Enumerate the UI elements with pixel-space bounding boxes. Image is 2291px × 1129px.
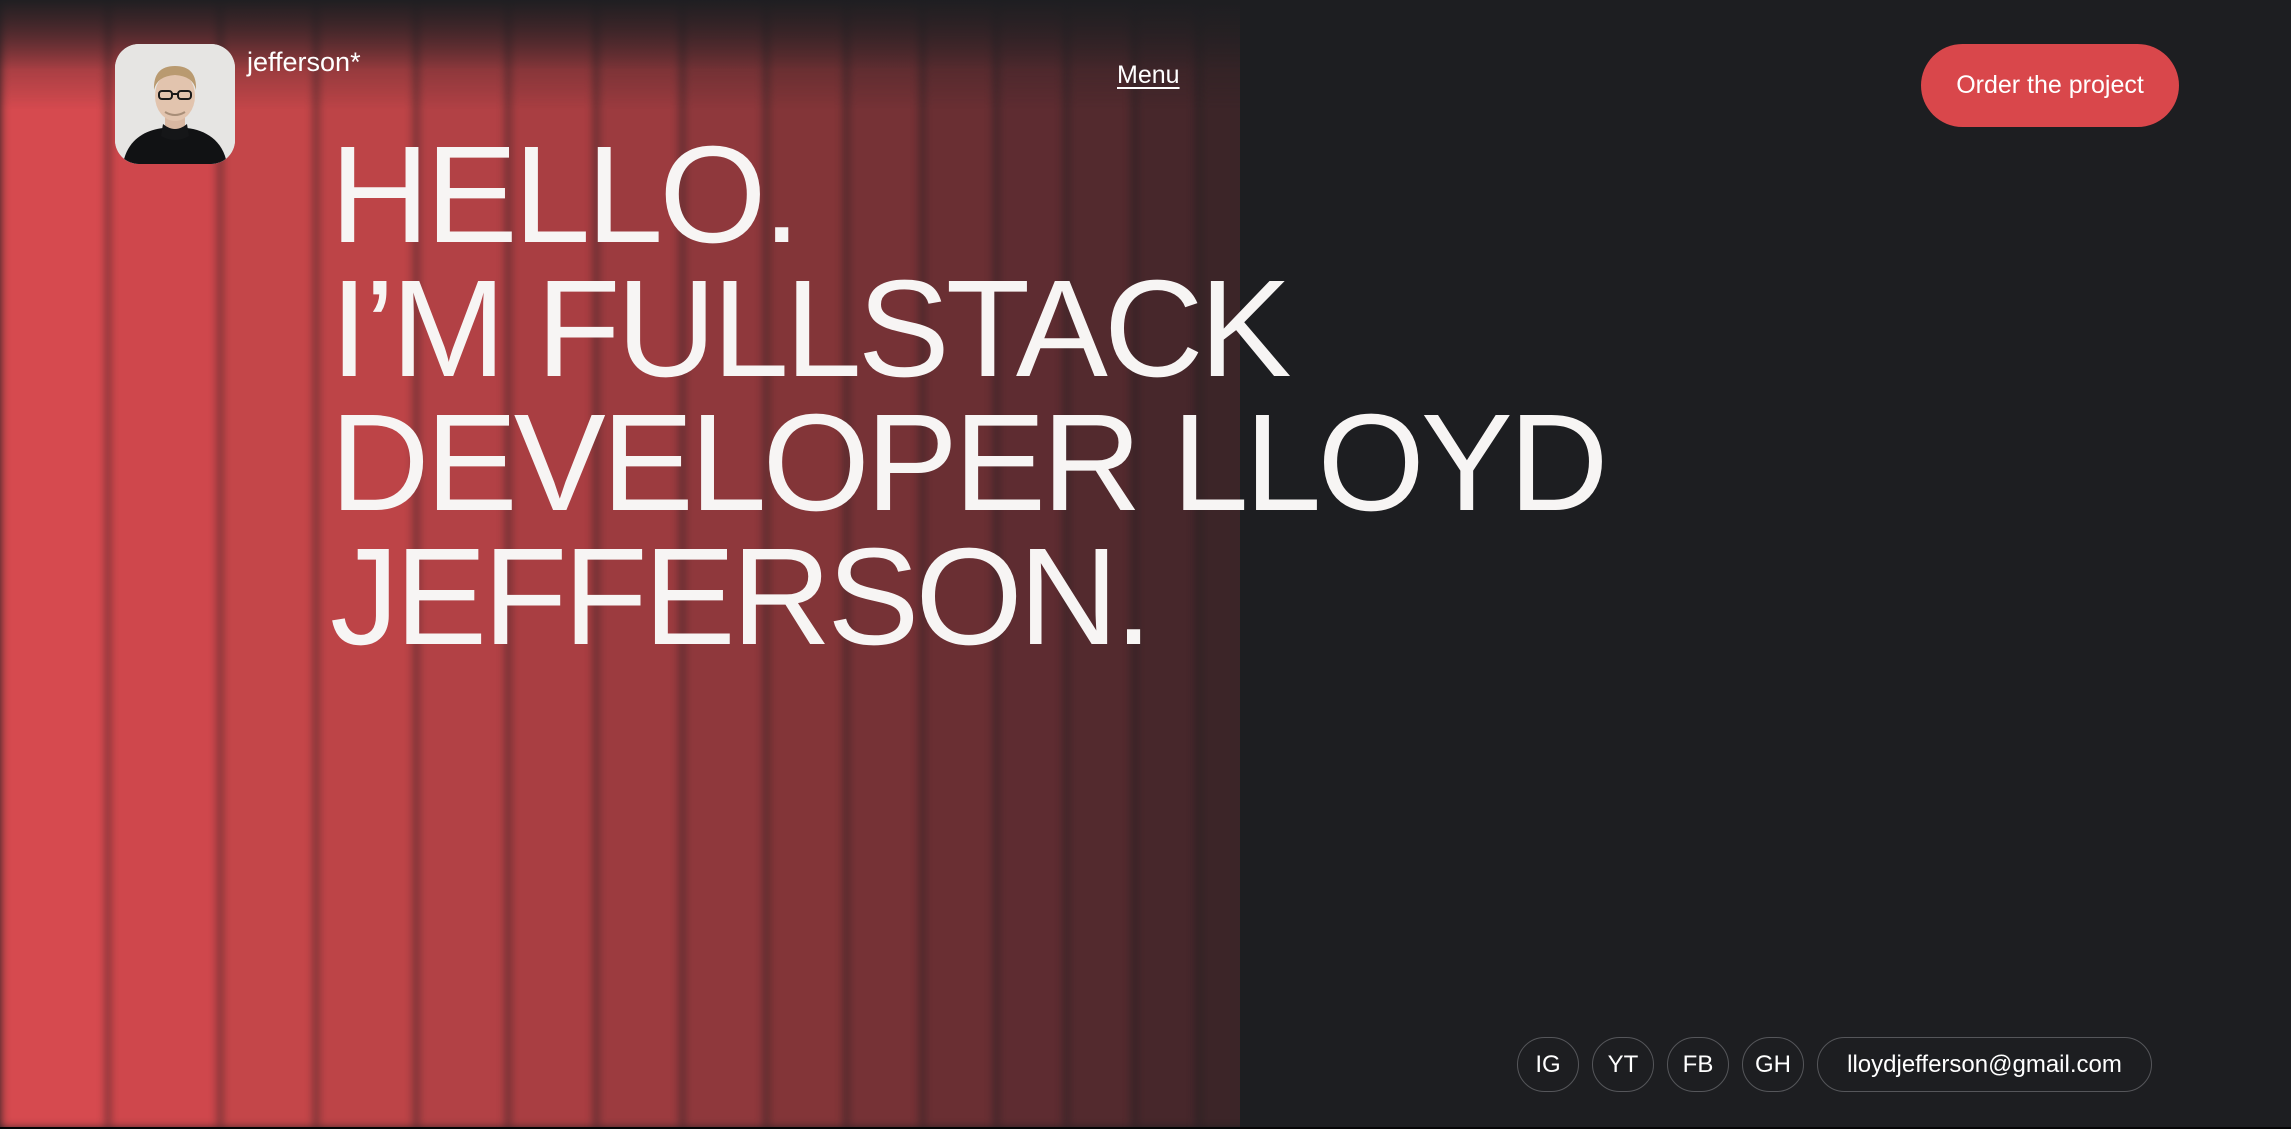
avatar[interactable] [115, 44, 235, 164]
order-project-button[interactable]: Order the project [1921, 44, 2179, 127]
menu-link[interactable]: Menu [1117, 60, 1180, 90]
hero-heading: HELLO. I’M FULLSTACK DEVELOPER LLOYD JEF… [330, 118, 1609, 674]
youtube-link[interactable]: YT [1592, 1037, 1654, 1092]
hero-line: JEFFERSON. [330, 520, 1153, 674]
facebook-link[interactable]: FB [1667, 1037, 1729, 1092]
hero-line: DEVELOPER LLOYD [330, 386, 1609, 540]
portrait-icon [115, 44, 235, 164]
github-link[interactable]: GH [1742, 1037, 1804, 1092]
hero-line: HELLO. [330, 118, 801, 272]
page: jefferson* Menu Order the project HELLO.… [0, 0, 2291, 1129]
instagram-link[interactable]: IG [1517, 1037, 1579, 1092]
email-link[interactable]: lloydjefferson@gmail.com [1817, 1037, 2152, 1092]
background-stripe [220, 0, 316, 1129]
hero-line: I’M FULLSTACK [330, 252, 1292, 406]
background-stripe [0, 0, 108, 1129]
footer-links: IG YT FB GH lloydjefferson@gmail.com [1517, 1037, 2152, 1092]
background-stripe [108, 0, 220, 1129]
brand-name[interactable]: jefferson* [247, 45, 361, 79]
